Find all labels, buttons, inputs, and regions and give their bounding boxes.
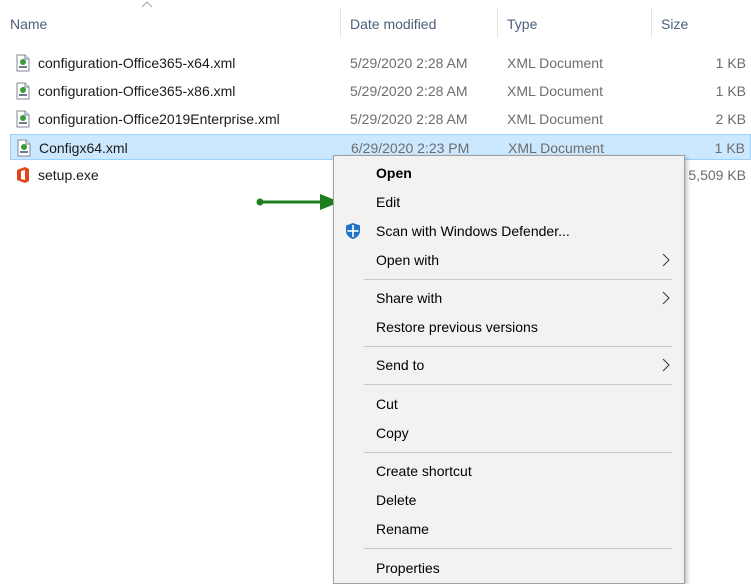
menu-item-label: Cut: [376, 396, 398, 412]
menu-item-label: Scan with Windows Defender...: [376, 223, 570, 239]
menu-item-label: Copy: [376, 425, 409, 441]
menu-item-label: Share with: [376, 290, 443, 306]
menu-separator: [364, 346, 672, 347]
menu-item-open[interactable]: Open: [334, 159, 684, 188]
menu-item-cut[interactable]: Cut: [334, 390, 684, 419]
menu-item-share-with[interactable]: Share with: [334, 284, 684, 313]
menu-separator: [364, 384, 672, 385]
file-size: 1 KB: [715, 55, 746, 71]
column-divider[interactable]: [340, 8, 341, 38]
file-date-modified: 6/29/2020 2:23 PM: [351, 140, 470, 156]
file-size: 1 KB: [715, 83, 746, 99]
windows-defender-icon: [346, 223, 360, 239]
file-type: XML Document: [507, 83, 603, 99]
annotation-arrow-icon: [256, 194, 340, 210]
menu-item-scan-with-windows-defender[interactable]: Scan with Windows Defender...: [334, 217, 684, 246]
column-header-bar: Name Date modified Type Size: [0, 0, 751, 42]
xml-file-icon: [16, 82, 30, 100]
file-name: setup.exe: [38, 167, 99, 183]
menu-item-label: Edit: [376, 194, 401, 210]
file-row[interactable]: configuration-Office365-x86.xml 5/29/202…: [10, 78, 751, 104]
file-size: 5,509 KB: [688, 167, 746, 183]
menu-item-delete[interactable]: Delete: [334, 486, 684, 515]
file-name: configuration-Office365-x86.xml: [38, 83, 236, 99]
menu-item-label: Open with: [376, 252, 440, 268]
office-icon: [17, 167, 29, 183]
file-name: configuration-Office365-x64.xml: [38, 55, 236, 71]
xml-file-icon: [16, 54, 30, 72]
menu-item-label: Delete: [376, 492, 417, 508]
column-header-type[interactable]: Type: [507, 16, 537, 32]
context-menu: Open Edit Scan with Windows Defender... …: [333, 155, 685, 584]
menu-item-copy[interactable]: Copy: [334, 419, 684, 448]
file-date-modified: 5/29/2020 2:28 AM: [350, 83, 468, 99]
file-name: Configx64.xml: [39, 140, 128, 156]
menu-separator: [364, 452, 672, 453]
menu-item-send-to[interactable]: Send to: [334, 351, 684, 380]
menu-separator: [364, 279, 672, 280]
menu-item-open-with[interactable]: Open with: [334, 246, 684, 275]
column-header-name[interactable]: Name: [10, 16, 47, 32]
menu-item-rename[interactable]: Rename: [334, 515, 684, 544]
file-type: XML Document: [507, 55, 603, 71]
column-header-date-modified[interactable]: Date modified: [350, 16, 436, 32]
menu-item-label: Rename: [376, 521, 429, 537]
chevron-right-icon: [662, 291, 670, 305]
menu-item-label: Send to: [376, 357, 425, 373]
file-type: XML Document: [508, 140, 604, 156]
file-size: 1 KB: [714, 140, 745, 156]
menu-item-label: Open: [376, 165, 412, 181]
file-date-modified: 5/29/2020 2:28 AM: [350, 55, 468, 71]
column-divider[interactable]: [497, 8, 498, 38]
file-row[interactable]: configuration-Office2019Enterprise.xml 5…: [10, 106, 751, 132]
sort-ascending-icon: [141, 1, 153, 8]
xml-file-icon: [16, 110, 30, 128]
file-date-modified: 5/29/2020 2:28 AM: [350, 111, 468, 127]
chevron-right-icon: [662, 253, 670, 267]
menu-item-properties[interactable]: Properties: [334, 554, 684, 583]
menu-separator: [364, 548, 672, 549]
menu-item-restore-previous-versions[interactable]: Restore previous versions: [334, 313, 684, 342]
file-type: XML Document: [507, 111, 603, 127]
file-size: 2 KB: [715, 111, 746, 127]
menu-item-create-shortcut[interactable]: Create shortcut: [334, 457, 684, 486]
file-name: configuration-Office2019Enterprise.xml: [38, 111, 280, 127]
chevron-right-icon: [662, 358, 670, 372]
xml-file-icon: [17, 139, 31, 157]
file-row[interactable]: configuration-Office365-x64.xml 5/29/202…: [10, 50, 751, 76]
column-header-size[interactable]: Size: [661, 16, 688, 32]
column-divider[interactable]: [651, 8, 652, 38]
menu-item-edit[interactable]: Edit: [334, 188, 684, 217]
menu-item-label: Restore previous versions: [376, 319, 538, 335]
menu-item-label: Create shortcut: [376, 463, 472, 479]
menu-item-label: Properties: [376, 560, 440, 576]
